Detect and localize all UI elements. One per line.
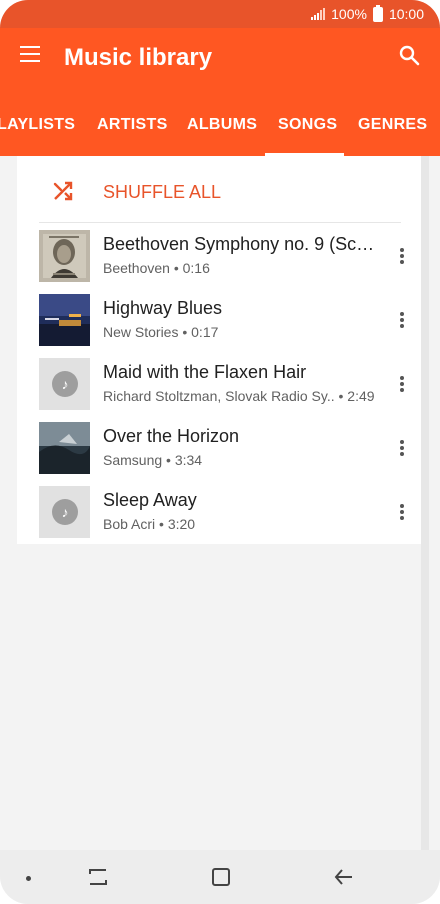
music-note-icon: ♪ — [52, 499, 78, 525]
song-subtitle: Samsung • 3:34 — [103, 452, 381, 468]
album-art-placeholder: ♪ — [39, 358, 90, 410]
album-art — [39, 422, 90, 474]
tab-genres[interactable]: GENRES — [358, 116, 427, 134]
tab-bar: LAYLISTS ARTISTS ALBUMS SONGS GENRES — [0, 88, 440, 156]
song-artist: Bob Acri — [103, 516, 156, 532]
song-artist: New Stories — [103, 324, 179, 340]
song-duration: • 3:34 — [166, 452, 203, 468]
song-title: Sleep Away — [103, 490, 197, 510]
album-art — [39, 230, 90, 282]
list-item[interactable]: Beethoven Symphony no. 9 (Sch... Beethov… — [17, 224, 421, 288]
shuffle-all-label: SHUFFLE ALL — [103, 182, 222, 202]
album-art-placeholder: ♪ — [39, 486, 90, 538]
list-item[interactable]: ♪ Maid with the Flaxen Hair Richard Stol… — [17, 352, 421, 416]
more-vert-icon[interactable] — [399, 504, 405, 522]
tab-artists[interactable]: ARTISTS — [97, 116, 168, 134]
battery-percent: 100% — [331, 6, 367, 22]
song-title: Beethoven Symphony no. 9 (Sch... — [103, 234, 381, 254]
more-vert-icon[interactable] — [399, 376, 405, 394]
clock: 10:00 — [388, 6, 424, 22]
song-duration: • 2:49 — [338, 388, 375, 404]
song-subtitle: Bob Acri • 3:20 — [103, 516, 381, 532]
song-title: Highway Blues — [103, 298, 223, 318]
app-bar: Music library — [0, 28, 440, 88]
song-subtitle: Beethoven • 0:16 — [103, 260, 381, 276]
song-subtitle: Richard Stoltzman, Slovak Radio Sy.. • 2… — [103, 388, 381, 404]
system-nav-bar — [0, 850, 440, 904]
signal-icon — [311, 8, 326, 20]
nav-dot-indicator — [26, 876, 31, 881]
status-bar: 100% 10:00 — [0, 0, 440, 28]
song-duration: • 3:20 — [159, 516, 196, 532]
list-item[interactable]: ♪ Sleep Away Bob Acri • 3:20 — [17, 480, 421, 544]
phone-screen: 100% 10:00 Music library LAYLISTS ARTIST… — [0, 0, 440, 904]
home-icon[interactable] — [212, 868, 230, 886]
song-title: Over the Horizon — [103, 426, 240, 446]
recents-icon[interactable] — [88, 868, 108, 886]
song-artist: Samsung — [103, 452, 163, 468]
divider — [39, 222, 401, 223]
song-artist: Richard Stoltzman, Slovak Radio Sy.. — [103, 388, 335, 404]
song-duration: • 0:17 — [182, 324, 219, 340]
shuffle-all-button[interactable]: SHUFFLE ALL — [17, 156, 421, 222]
shuffle-icon — [53, 180, 75, 202]
more-vert-icon[interactable] — [399, 312, 405, 330]
search-icon[interactable] — [398, 44, 422, 68]
songs-card: SHUFFLE ALL Beethoven Symphony no. 9 (Sc… — [17, 156, 421, 544]
scroll-track[interactable] — [421, 156, 429, 850]
list-item[interactable]: Highway Blues New Stories • 0:17 — [17, 288, 421, 352]
tab-songs[interactable]: SONGS — [278, 116, 337, 134]
list-item[interactable]: Over the Horizon Samsung • 3:34 — [17, 416, 421, 480]
tab-playlists[interactable]: LAYLISTS — [0, 116, 75, 134]
song-artist: Beethoven — [103, 260, 170, 276]
page-title: Music library — [64, 44, 213, 71]
album-art — [39, 294, 90, 346]
song-subtitle: New Stories • 0:17 — [103, 324, 381, 340]
song-title: Maid with the Flaxen Hair — [103, 362, 307, 382]
battery-icon — [372, 4, 383, 22]
music-note-icon: ♪ — [52, 371, 78, 397]
song-duration: • 0:16 — [173, 260, 210, 276]
menu-icon[interactable] — [20, 46, 40, 62]
more-vert-icon[interactable] — [399, 440, 405, 458]
back-icon[interactable] — [334, 868, 354, 886]
tab-albums[interactable]: ALBUMS — [187, 116, 257, 134]
more-vert-icon[interactable] — [399, 248, 405, 266]
